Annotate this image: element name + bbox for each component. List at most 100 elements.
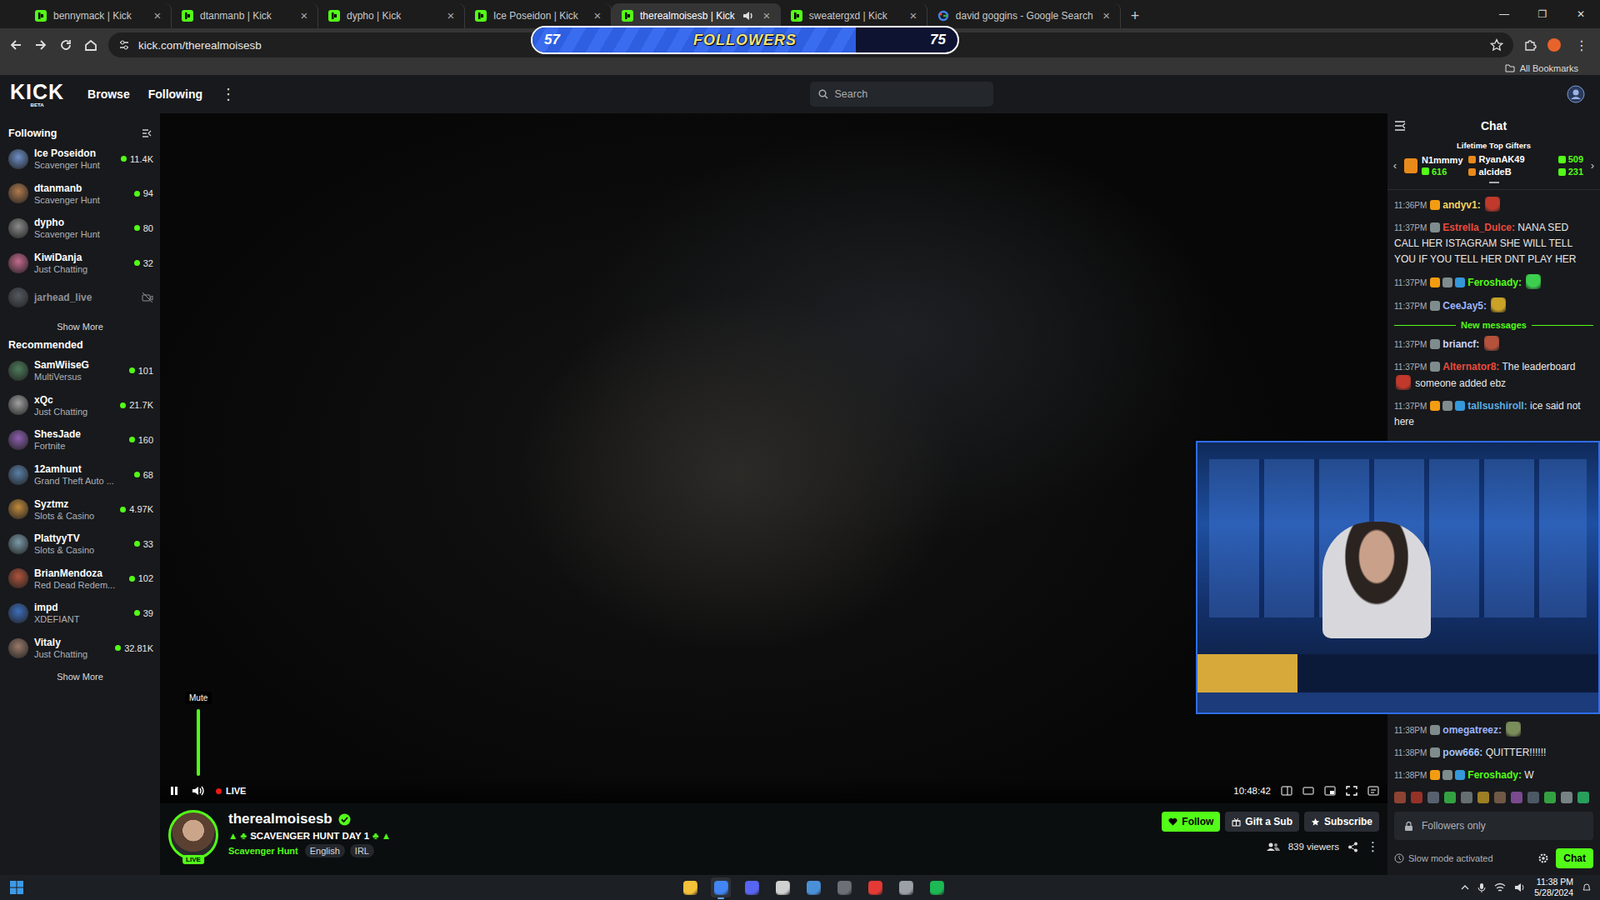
subscribe-button[interactable]: Subscribe: [1304, 811, 1380, 832]
collapse-chat-icon[interactable]: [1394, 120, 1406, 131]
taskbar-app[interactable]: [710, 877, 731, 898]
close-tab-button[interactable]: ×: [297, 9, 311, 23]
windows-icon[interactable]: [10, 880, 24, 895]
clip-icon[interactable]: [1324, 785, 1336, 796]
clock[interactable]: 11:38 PM5/28/2024: [1534, 876, 1574, 899]
show-more-button[interactable]: Show More: [0, 665, 160, 685]
more-button[interactable]: ⋮: [220, 85, 236, 104]
chat-input[interactable]: Followers only: [1394, 811, 1594, 840]
back-icon[interactable]: [8, 37, 24, 53]
emote-icon[interactable]: [1444, 791, 1456, 804]
taskbar-app[interactable]: [772, 877, 793, 898]
sidebar-item[interactable]: VitalyJust Chatting32.81K: [0, 630, 160, 666]
send-chat-button[interactable]: Chat: [1555, 848, 1594, 869]
window-control-button[interactable]: ✕: [1561, 0, 1600, 29]
search-field[interactable]: Search: [810, 81, 994, 107]
emote-icon[interactable]: [1577, 791, 1590, 804]
collapse-icon[interactable]: [141, 128, 152, 139]
settings-icon[interactable]: [1367, 785, 1380, 796]
stream-tag[interactable]: English: [305, 844, 345, 858]
emote-icon[interactable]: [1494, 791, 1506, 804]
username[interactable]: omegatreez:: [1442, 724, 1502, 736]
next-button[interactable]: ›: [1588, 159, 1597, 172]
browser-tab[interactable]: Ice Poseidon | Kick×: [465, 3, 612, 29]
emote-icon[interactable]: [1427, 791, 1440, 804]
close-tab-button[interactable]: ×: [150, 9, 165, 23]
close-tab-button[interactable]: ×: [1100, 9, 1114, 23]
sidebar-item[interactable]: PlattyyTVSlots & Casino33: [0, 526, 160, 562]
channel-name[interactable]: therealmoisesb: [228, 810, 333, 828]
taskbar-app[interactable]: [803, 877, 824, 898]
new-tab-button[interactable]: +: [1120, 3, 1150, 29]
username[interactable]: Estrella_Dulce:: [1442, 221, 1515, 234]
taskbar-app[interactable]: [926, 877, 947, 898]
sidebar-item[interactable]: impdXDEFIANT39: [0, 595, 160, 631]
sidebar-item[interactable]: BrianMendozaRed Dead Redem...102: [0, 561, 160, 597]
window-control-button[interactable]: —: [1485, 0, 1524, 29]
emote-icon[interactable]: [1477, 791, 1490, 804]
emote-icon[interactable]: [1460, 791, 1473, 804]
close-tab-button[interactable]: ×: [444, 9, 458, 23]
speaker-icon[interactable]: [741, 10, 754, 22]
username[interactable]: andyv1:: [1442, 199, 1480, 211]
more-button[interactable]: ⋮: [1366, 839, 1380, 855]
volume-slider[interactable]: [196, 709, 200, 776]
browser-tab[interactable]: sweatergxd | Kick×: [780, 3, 928, 29]
theater-icon[interactable]: [1302, 785, 1315, 796]
user-avatar-icon[interactable]: [1566, 85, 1585, 104]
taskbar-app[interactable]: [865, 877, 885, 898]
sidebar-item[interactable]: xQcJust Chatting21.7K: [0, 388, 160, 424]
close-tab-button[interactable]: ×: [906, 9, 920, 23]
taskbar-app[interactable]: [895, 877, 916, 898]
close-tab-button[interactable]: ×: [760, 9, 774, 23]
taskbar-app[interactable]: [741, 877, 762, 898]
nav-link[interactable]: Following: [148, 87, 203, 101]
emote-icon[interactable]: [1560, 791, 1573, 804]
emote-icon[interactable]: [1510, 791, 1523, 804]
folder-icon[interactable]: [1505, 64, 1515, 73]
window-control-button[interactable]: ❐: [1523, 0, 1562, 29]
sidebar-item[interactable]: SyztmzSlots & Casino4.97K: [0, 491, 160, 527]
sidebar-item[interactable]: jarhead_live: [0, 280, 160, 315]
taskbar-app[interactable]: [680, 877, 700, 898]
sound-icon[interactable]: [1514, 882, 1526, 893]
notification-icon[interactable]: [1581, 882, 1592, 893]
sidebar-item[interactable]: KiwiDanjaJust Chatting32: [0, 245, 160, 281]
nav-link[interactable]: Browse: [87, 87, 130, 101]
browser-tab[interactable]: bennymack | Kick×: [25, 3, 172, 29]
extension-icon[interactable]: [1523, 38, 1537, 52]
chat-toggle-icon[interactable]: [1280, 785, 1293, 796]
gift-sub-button[interactable]: Gift a Sub: [1225, 811, 1300, 832]
username[interactable]: Feroshady:: [1467, 276, 1522, 289]
browser-tab[interactable]: dypho | Kick×: [318, 3, 465, 29]
stream-tag[interactable]: IRL: [350, 844, 375, 858]
pause-icon[interactable]: [168, 785, 180, 797]
site-info-icon[interactable]: [118, 39, 130, 51]
follow-button[interactable]: Follow: [1161, 811, 1220, 832]
sidebar-item[interactable]: dtanmanbScavenger Hunt94: [0, 176, 160, 212]
sidebar-item[interactable]: dyphoScavenger Hunt80: [0, 210, 160, 246]
sidebar-item[interactable]: Ice PoseidonScavenger Hunt11.4K: [0, 141, 160, 177]
browser-menu-button[interactable]: ⋮: [1571, 37, 1592, 54]
profile-icon[interactable]: [1546, 37, 1562, 53]
browser-tab[interactable]: therealmoisesb | Kick×: [611, 3, 781, 29]
taskbar-app[interactable]: [834, 877, 855, 898]
category-link[interactable]: Scavenger Hunt: [228, 845, 299, 856]
forward-icon[interactable]: [33, 37, 49, 53]
username[interactable]: briancf:: [1442, 338, 1480, 350]
volume-icon[interactable]: [191, 785, 205, 797]
network-icon[interactable]: [1494, 882, 1506, 893]
sidebar-item[interactable]: SamWiiseGMultiVersus101: [0, 353, 160, 389]
show-more-button[interactable]: Show More: [0, 315, 160, 335]
all-bookmarks[interactable]: All Bookmarks: [1520, 63, 1579, 74]
username[interactable]: pow666:: [1442, 746, 1483, 759]
star-icon[interactable]: [1490, 38, 1504, 52]
browser-tab[interactable]: david goggins - Google Search×: [927, 3, 1121, 29]
username[interactable]: Feroshady:: [1467, 769, 1522, 781]
username[interactable]: Alternator8:: [1442, 360, 1500, 373]
gear-icon[interactable]: [1537, 852, 1550, 865]
emote-icon[interactable]: [1544, 791, 1556, 804]
channel-avatar[interactable]: LIVE: [168, 810, 219, 860]
picture-in-picture-player[interactable]: [1195, 440, 1600, 715]
close-tab-button[interactable]: ×: [590, 9, 605, 23]
